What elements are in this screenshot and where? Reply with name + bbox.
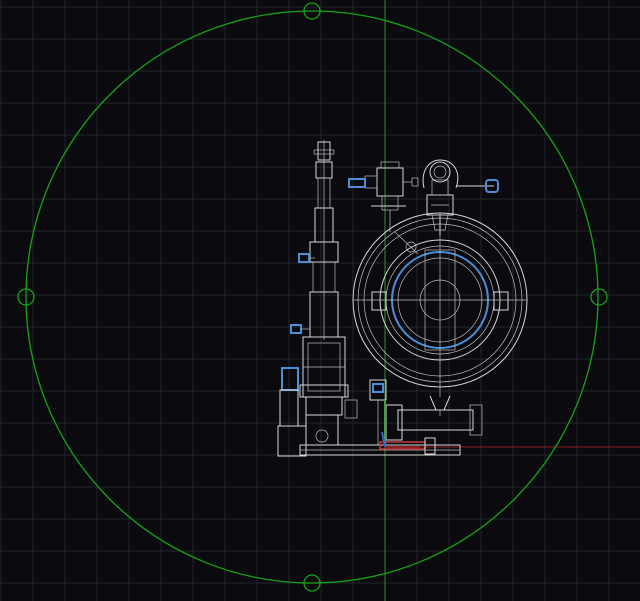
- cad-viewport[interactable]: [0, 0, 640, 601]
- canvas-background: [0, 0, 640, 601]
- drawing-canvas[interactable]: [0, 0, 640, 601]
